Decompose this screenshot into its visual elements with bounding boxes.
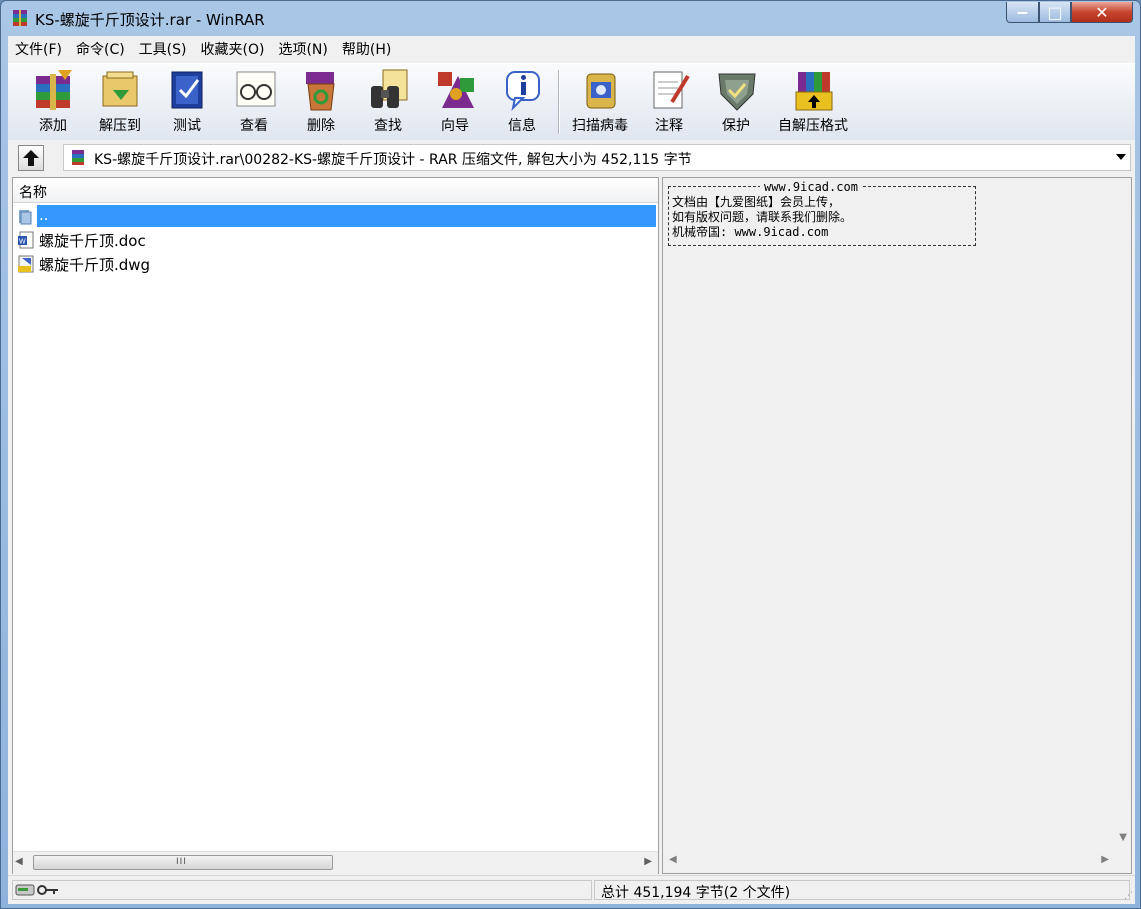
folder-icon	[19, 210, 32, 225]
protect-shield-icon	[718, 73, 756, 111]
selection-highlight	[37, 205, 656, 227]
scroll-down-icon[interactable]: ▼	[1119, 832, 1127, 843]
file-row-parent[interactable]: ..	[13, 204, 658, 228]
scrollbar-thumb[interactable]: III	[33, 855, 333, 870]
view-glasses-icon	[236, 71, 276, 107]
file-row-doc[interactable]: W 螺旋千斤顶.doc	[13, 228, 658, 252]
comment-button[interactable]: 注释	[636, 64, 702, 140]
scroll-grip: III	[176, 857, 187, 867]
view-button[interactable]: 查看	[221, 64, 287, 140]
extract-label: 解压到	[99, 118, 141, 134]
file-row-dwg[interactable]: 螺旋千斤顶.dwg	[13, 252, 658, 276]
protect-label: 保护	[722, 118, 750, 134]
find-binoculars-icon	[371, 69, 408, 108]
sfx-label: 自解压格式	[778, 118, 848, 134]
status-left-panel	[12, 880, 592, 900]
file-name: ..	[39, 206, 49, 224]
wizard-icon	[438, 72, 474, 108]
minimize-button[interactable]: −	[1006, 2, 1039, 23]
address-bar: KS-螺旋千斤顶设计.rar\00282-KS-螺旋千斤顶设计 - RAR 压缩…	[8, 140, 1135, 175]
sfx-archive-icon	[795, 72, 833, 111]
maximize-icon: □	[1047, 2, 1063, 22]
scroll-left-icon[interactable]: ◀	[15, 856, 23, 867]
path-combobox[interactable]: KS-螺旋千斤顶设计.rar\00282-KS-螺旋千斤顶设计 - RAR 压缩…	[63, 144, 1131, 171]
delete-label: 删除	[307, 118, 335, 134]
scroll-right-icon[interactable]: ▶	[644, 856, 652, 867]
extract-folder-icon	[102, 71, 138, 107]
comment-line-3: 机械帝国: www.9icad.com	[672, 225, 829, 239]
key-icon[interactable]	[37, 885, 59, 895]
find-button[interactable]: 查找	[355, 64, 421, 140]
column-header-name[interactable]: 名称	[13, 178, 658, 203]
test-button[interactable]: 测试	[154, 64, 220, 140]
menu-favorites[interactable]: 收藏夹(O)	[194, 39, 272, 59]
wizard-label: 向导	[441, 118, 469, 134]
toolbar-separator	[558, 70, 560, 134]
delete-button[interactable]: 删除	[288, 64, 354, 140]
virus-scan-icon	[586, 73, 616, 109]
comment-site: www.9icad.com	[760, 180, 862, 194]
find-label: 查找	[374, 118, 402, 134]
title-bar[interactable]: KS-螺旋千斤顶设计.rar - WinRAR − □ ✕	[1, 1, 1140, 35]
virus-scan-label: 扫描病毒	[572, 118, 628, 134]
scroll-right-icon[interactable]: ▶	[1101, 854, 1109, 865]
comment-pane: www.9icad.com 文档由【九爱图纸】会员上传， 如有版权问题，请联系我…	[662, 177, 1132, 874]
maximize-button[interactable]: □	[1039, 2, 1071, 23]
status-total: 总计 451,194 字节(2 个文件)	[601, 885, 791, 901]
test-book-icon	[171, 71, 203, 109]
menu-help[interactable]: 帮助(H)	[335, 39, 398, 59]
extract-button[interactable]: 解压到	[87, 64, 153, 140]
virus-scan-button[interactable]: 扫描病毒	[565, 64, 635, 140]
client-area: 文件(F) 命令(C) 工具(S) 收藏夹(O) 选项(N) 帮助(H) 添加	[8, 36, 1135, 904]
add-label: 添加	[39, 118, 67, 134]
menu-file[interactable]: 文件(F)	[8, 39, 69, 59]
winrar-window: KS-螺旋千斤顶设计.rar - WinRAR − □ ✕ 文件(F) 命令(C…	[0, 0, 1141, 909]
menu-commands[interactable]: 命令(C)	[69, 39, 132, 59]
add-button[interactable]: 添加	[20, 64, 86, 140]
wizard-button[interactable]: 向导	[422, 64, 488, 140]
toolbar: 添加 解压到 测试 查看 删除 查找 向导 信息 扫描病毒 注释 保护 自解压格…	[8, 63, 1135, 141]
up-arrow-icon	[23, 150, 39, 166]
comment-label: 注释	[655, 118, 683, 134]
status-bar: 总计 451,194 字节(2 个文件) ⋰	[8, 875, 1135, 903]
file-list-pane: 名称 .. W 螺旋千斤顶.doc 螺旋千斤顶.dwg ◀ III ▶	[12, 177, 659, 874]
test-label: 测试	[173, 118, 201, 134]
up-folder-button[interactable]	[18, 145, 44, 171]
sfx-button[interactable]: 自解压格式	[770, 64, 856, 140]
file-name: 螺旋千斤顶.dwg	[39, 256, 151, 274]
dwg-file-icon	[18, 255, 34, 273]
winrar-app-icon	[13, 10, 27, 26]
view-label: 查看	[240, 118, 268, 134]
horizontal-scrollbar[interactable]: ◀ III ▶	[13, 851, 658, 874]
menu-options[interactable]: 选项(N)	[271, 39, 334, 59]
add-archive-icon	[36, 70, 72, 110]
close-button[interactable]: ✕	[1071, 2, 1133, 23]
word-doc-icon: W	[18, 231, 34, 249]
delete-bin-icon	[306, 72, 335, 111]
archive-comment: www.9icad.com 文档由【九爱图纸】会员上传， 如有版权问题，请联系我…	[668, 180, 988, 247]
resize-grip-icon[interactable]: ⋰	[1124, 891, 1133, 901]
info-label: 信息	[508, 118, 536, 134]
archive-path: KS-螺旋千斤顶设计.rar\00282-KS-螺旋千斤顶设计 - RAR 压缩…	[94, 152, 692, 168]
protect-button[interactable]: 保护	[703, 64, 769, 140]
rar-archive-icon	[72, 150, 84, 165]
chevron-down-icon[interactable]	[1115, 151, 1127, 163]
close-icon: ✕	[1095, 2, 1109, 22]
status-right-panel: 总计 451,194 字节(2 个文件)	[594, 880, 1130, 901]
comment-notepad-icon	[653, 71, 690, 109]
info-icon	[506, 71, 540, 112]
file-name: 螺旋千斤顶.doc	[39, 232, 146, 250]
menu-tools[interactable]: 工具(S)	[132, 39, 194, 59]
info-button[interactable]: 信息	[489, 64, 555, 140]
drive-icon[interactable]	[15, 884, 35, 896]
svg-text:W: W	[19, 239, 26, 246]
scroll-left-icon[interactable]: ◀	[669, 854, 677, 865]
column-name-label: 名称	[19, 185, 47, 201]
window-title: KS-螺旋千斤顶设计.rar - WinRAR	[35, 11, 265, 29]
minimize-icon: −	[1015, 2, 1030, 22]
menu-bar: 文件(F) 命令(C) 工具(S) 收藏夹(O) 选项(N) 帮助(H)	[8, 36, 1135, 62]
